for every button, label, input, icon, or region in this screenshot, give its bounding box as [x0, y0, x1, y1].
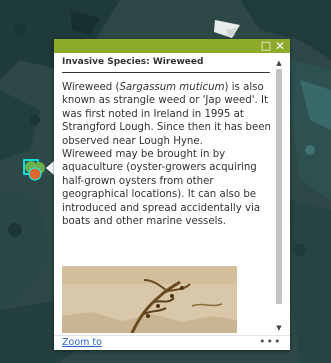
description-paragraph-1: Wireweed (Sargassum muticum) is also kno… [62, 81, 272, 148]
more-options-icon[interactable]: ••• [259, 335, 280, 349]
popup-header: □ ✕ [54, 39, 290, 53]
scroll-up-icon[interactable]: ▲ [273, 59, 285, 67]
scrollbar-track[interactable] [276, 69, 282, 322]
p1-prefix: Wireweed ( [62, 82, 120, 93]
description-paragraph-2: Wireweed may be brought in by aquacultur… [62, 149, 261, 228]
map-view[interactable]: □ ✕ Invasive Species: Wireweed Wireweed … [0, 0, 331, 363]
popup-footer: Zoom to ••• [54, 335, 290, 351]
scrollbar-thumb[interactable] [276, 69, 282, 304]
zoom-to-link[interactable]: Zoom to [62, 337, 102, 349]
wireweed-photo [62, 266, 237, 333]
close-icon[interactable]: ✕ [274, 40, 286, 52]
popup-scrollbar[interactable]: ▲ ▼ [273, 59, 285, 332]
popup-window: □ ✕ Invasive Species: Wireweed Wireweed … [54, 39, 290, 350]
title-divider [62, 72, 270, 73]
scroll-down-icon[interactable]: ▼ [273, 324, 285, 332]
popup-title: Invasive Species: Wireweed [62, 57, 204, 67]
maximize-icon[interactable]: □ [260, 40, 272, 52]
popup-content: Wireweed (Sargassum muticum) is also kno… [62, 81, 272, 228]
scientific-name: Sargassum muticum [119, 82, 225, 93]
